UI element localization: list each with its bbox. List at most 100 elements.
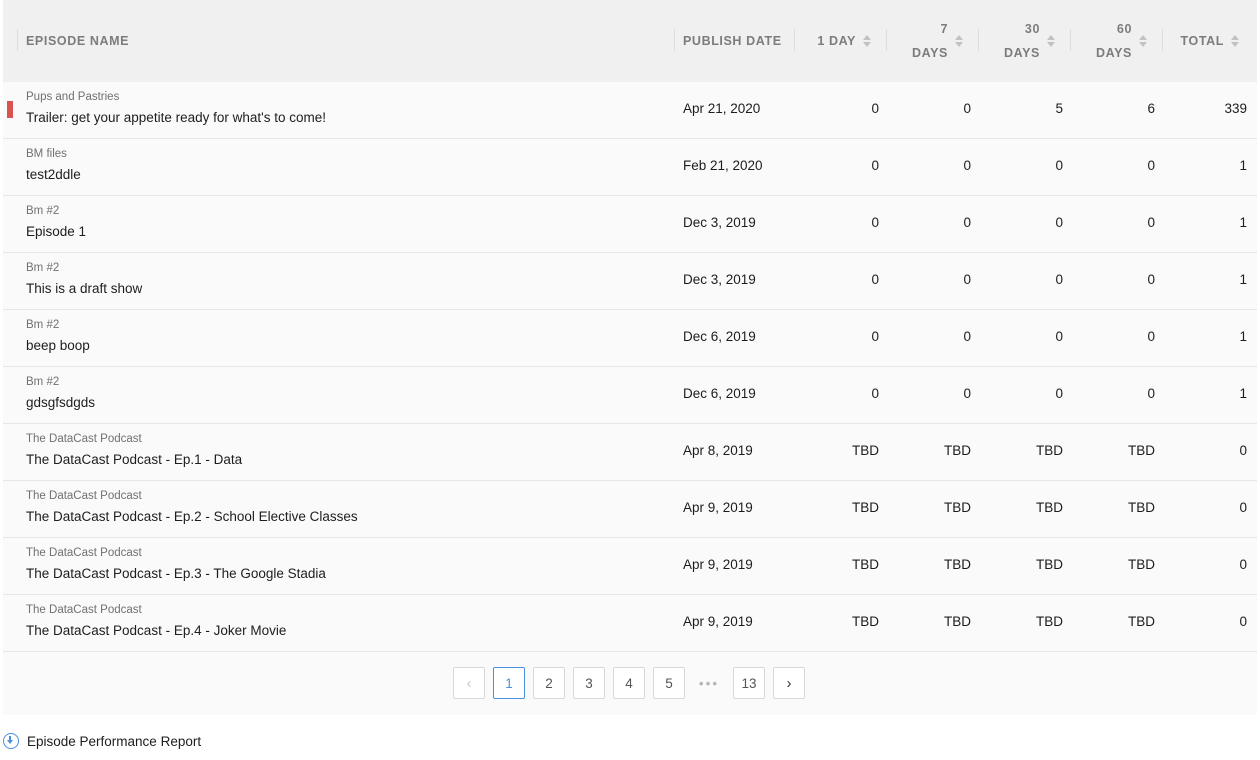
downloads-total: 1	[1239, 215, 1247, 230]
downloads-60-days: 6	[1147, 101, 1155, 116]
publish-date: Feb 21, 2020	[683, 158, 763, 173]
pagination-prev-button[interactable]: ‹	[453, 667, 485, 699]
table-row[interactable]: The DataCast Podcast The DataCast Podcas…	[3, 481, 1257, 538]
table-header: EPISODE NAME PUBLISH DATE 1 DAY 7 DAYS 30…	[3, 0, 1257, 82]
episode-title: test2ddle	[26, 167, 81, 182]
sort-icon[interactable]	[955, 35, 963, 47]
downloads-30-days: TBD	[1036, 614, 1063, 629]
episode-title: Episode 1	[26, 224, 87, 239]
publish-date: Dec 3, 2019	[683, 215, 756, 230]
column-header-30-days[interactable]: 30 DAYS	[987, 0, 1055, 82]
download-icon[interactable]	[3, 733, 19, 749]
table-row[interactable]: Bm #2 Episode 1 Dec 3, 2019 0 0 0 0 1	[3, 196, 1257, 253]
downloads-60-days: 0	[1147, 158, 1155, 173]
table-row[interactable]: Bm #2 beep boop Dec 6, 2019 0 0 0 0 1	[3, 310, 1257, 367]
sort-icon[interactable]	[1231, 35, 1239, 47]
show-name: Bm #2	[26, 262, 60, 274]
sort-icon[interactable]	[1047, 35, 1055, 47]
downloads-30-days: 0	[1055, 215, 1063, 230]
downloads-total: 1	[1239, 386, 1247, 401]
publish-date: Apr 9, 2019	[683, 614, 753, 629]
sort-icon[interactable]	[863, 35, 871, 47]
column-header-publish-date: PUBLISH DATE	[683, 34, 782, 48]
downloads-total: 1	[1239, 272, 1247, 287]
pagination-page-4[interactable]: 4	[613, 667, 645, 699]
downloads-7-days: 0	[963, 158, 971, 173]
downloads-total: 0	[1239, 443, 1247, 458]
show-name: Bm #2	[26, 319, 60, 331]
table-row[interactable]: Bm #2 gdsgfsdgds Dec 6, 2019 0 0 0 0 1	[3, 367, 1257, 424]
table-row[interactable]: The DataCast Podcast The DataCast Podcas…	[3, 595, 1257, 652]
publish-date: Dec 6, 2019	[683, 386, 756, 401]
episode-title: beep boop	[26, 338, 90, 353]
table-row[interactable]: The DataCast Podcast The DataCast Podcas…	[3, 538, 1257, 595]
downloads-7-days: TBD	[944, 557, 971, 572]
show-name: The DataCast Podcast	[26, 547, 142, 559]
column-header-7-days[interactable]: 7 DAYS	[895, 0, 963, 82]
downloads-60-days: 0	[1147, 329, 1155, 344]
downloads-7-days: TBD	[944, 443, 971, 458]
chevron-right-icon: ›	[786, 674, 792, 692]
downloads-7-days: 0	[963, 215, 971, 230]
downloads-1-day: TBD	[852, 557, 879, 572]
downloads-30-days: TBD	[1036, 500, 1063, 515]
downloads-7-days: 0	[963, 329, 971, 344]
column-header-1-day[interactable]: 1 DAY	[803, 0, 871, 82]
downloads-7-days: 0	[963, 101, 971, 116]
publish-date: Apr 9, 2019	[683, 557, 753, 572]
row-marker	[7, 101, 13, 118]
sort-icon[interactable]	[1139, 35, 1147, 47]
publish-date: Dec 6, 2019	[683, 329, 756, 344]
downloads-total: 0	[1239, 500, 1247, 515]
chevron-left-icon: ‹	[466, 674, 472, 692]
column-header-60-days[interactable]: 60 DAYS	[1079, 0, 1147, 82]
show-name: The DataCast Podcast	[26, 433, 142, 445]
downloads-7-days: TBD	[944, 614, 971, 629]
table-row[interactable]: BM files test2ddle Feb 21, 2020 0 0 0 0 …	[3, 139, 1257, 196]
pagination-page-last[interactable]: 13	[733, 667, 765, 699]
column-separator	[1070, 29, 1071, 51]
show-name: Bm #2	[26, 205, 60, 217]
downloads-60-days: TBD	[1128, 500, 1155, 515]
downloads-7-days: TBD	[944, 500, 971, 515]
publish-date: Apr 8, 2019	[683, 443, 753, 458]
show-name: The DataCast Podcast	[26, 604, 142, 616]
episode-title: The DataCast Podcast - Ep.3 - The Google…	[26, 566, 326, 581]
downloads-1-day: 0	[871, 101, 879, 116]
downloads-total: 0	[1239, 557, 1247, 572]
table-row[interactable]: Bm #2 This is a draft show Dec 3, 2019 0…	[3, 253, 1257, 310]
pagination-page-3[interactable]: 3	[573, 667, 605, 699]
episode-title: gdsgfsdgds	[26, 395, 96, 410]
table-row[interactable]: The DataCast Podcast The DataCast Podcas…	[3, 424, 1257, 481]
column-header-total[interactable]: TOTAL	[1171, 0, 1239, 82]
episode-title: The DataCast Podcast - Ep.1 - Data	[26, 452, 243, 467]
table-row[interactable]: Pups and Pastries Trailer: get your appe…	[3, 82, 1257, 139]
column-separator	[978, 29, 979, 51]
pagination-page-5[interactable]: 5	[653, 667, 685, 699]
downloads-30-days: 0	[1055, 386, 1063, 401]
pagination-page-2[interactable]: 2	[533, 667, 565, 699]
downloads-30-days: 5	[1055, 101, 1063, 116]
downloads-30-days: 0	[1055, 329, 1063, 344]
publish-date: Apr 21, 2020	[683, 101, 761, 116]
episode-title: The DataCast Podcast - Ep.2 - School Ele…	[26, 509, 358, 524]
downloads-60-days: TBD	[1128, 557, 1155, 572]
episode-title: Trailer: get your appetite ready for wha…	[26, 110, 326, 125]
publish-date: Apr 9, 2019	[683, 500, 753, 515]
show-name: BM files	[26, 148, 67, 160]
show-name: Bm #2	[26, 376, 60, 388]
downloads-1-day: 0	[871, 158, 879, 173]
downloads-60-days: TBD	[1128, 443, 1155, 458]
episode-performance-report-link[interactable]: Episode Performance Report	[3, 732, 201, 750]
show-name: Pups and Pastries	[26, 91, 120, 103]
pagination-page-1[interactable]: 1	[493, 667, 525, 699]
pagination-ellipsis[interactable]: •••	[693, 667, 725, 699]
downloads-30-days: TBD	[1036, 443, 1063, 458]
downloads-1-day: 0	[871, 272, 879, 287]
downloads-30-days: 0	[1055, 272, 1063, 287]
downloads-1-day: TBD	[852, 500, 879, 515]
downloads-total: 339	[1224, 101, 1247, 116]
downloads-1-day: 0	[871, 215, 879, 230]
pagination-next-button[interactable]: ›	[773, 667, 805, 699]
report-label[interactable]: Episode Performance Report	[27, 734, 201, 749]
